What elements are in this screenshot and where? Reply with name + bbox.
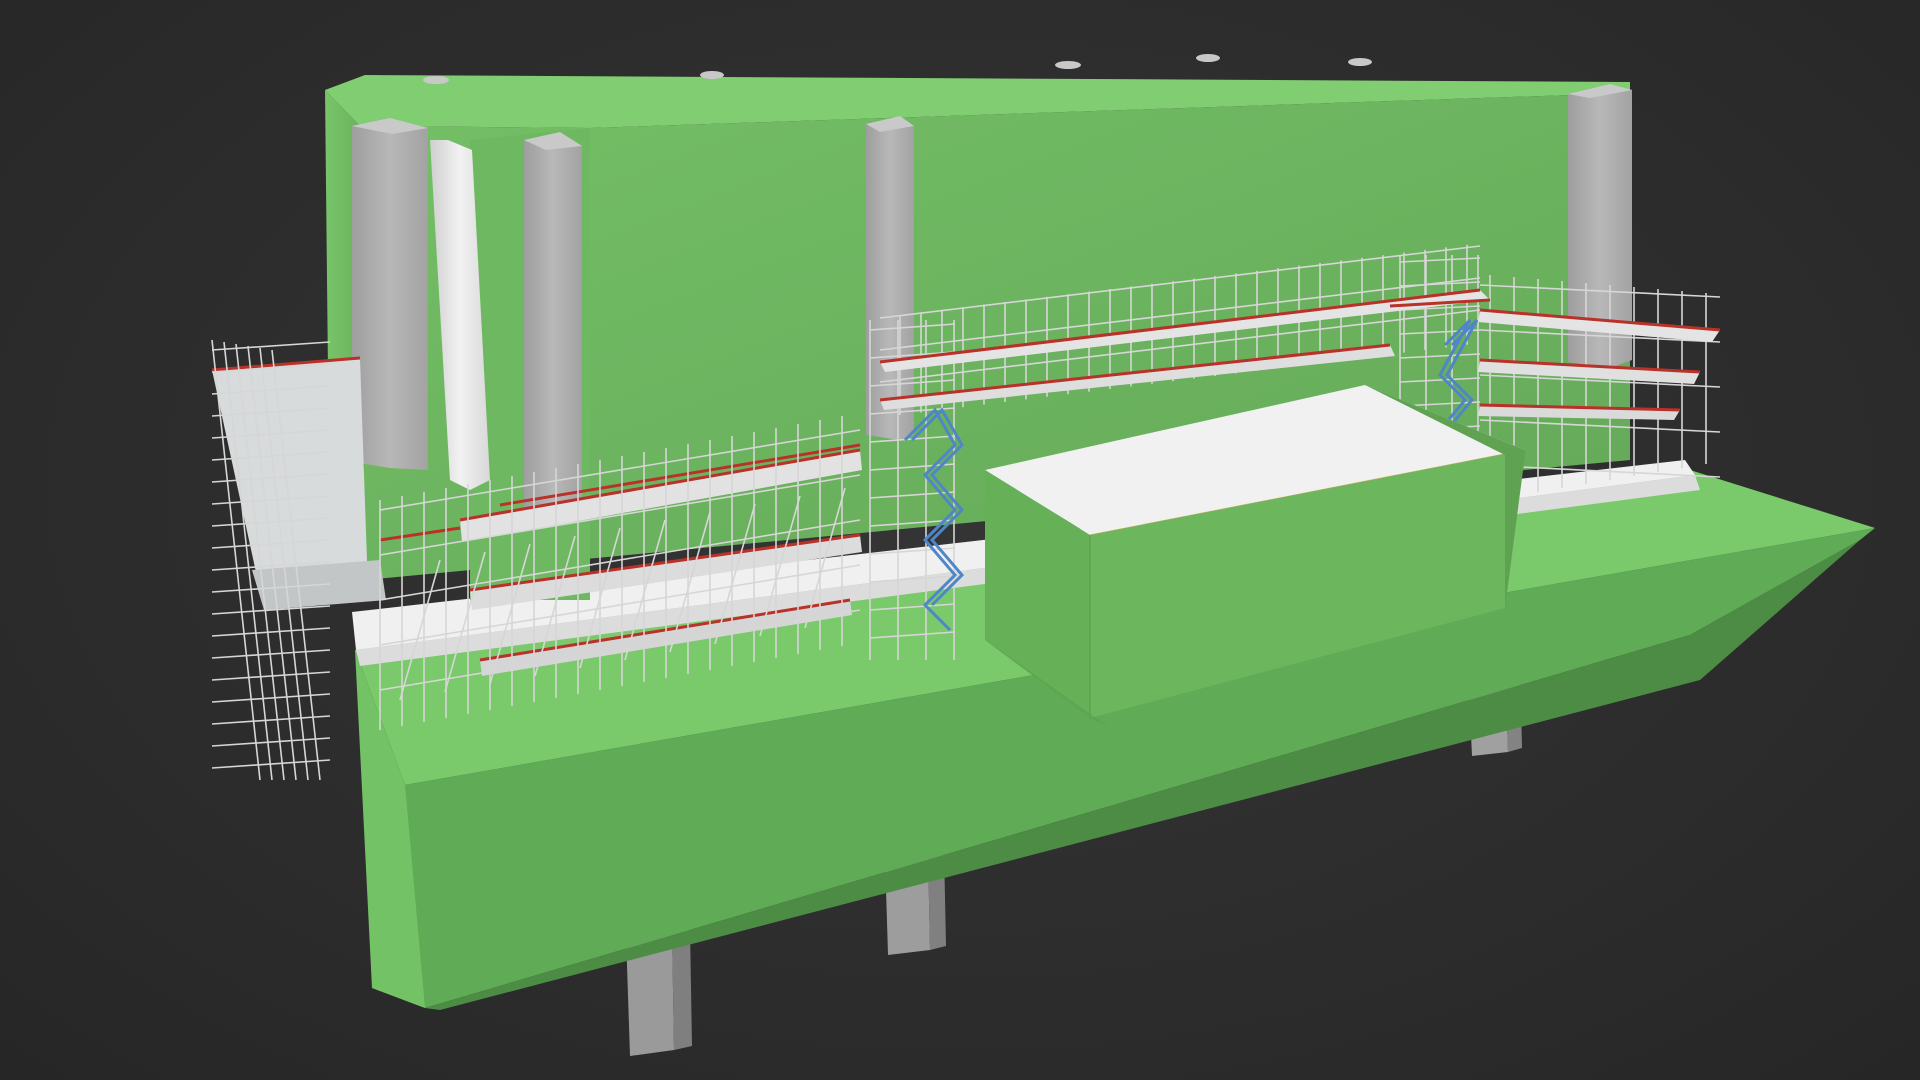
pilaster-3 [866, 118, 914, 440]
3d-viewport[interactable] [0, 0, 1920, 1080]
scaffold-tube [211, 737, 331, 747]
pilaster-1 [352, 120, 428, 470]
scaffold-tube [211, 693, 331, 703]
pilaster-2 [524, 134, 582, 514]
scaffold-tube [211, 671, 331, 681]
scaffold-model-scene[interactable] [0, 0, 1920, 1080]
scaffold-tube [211, 715, 331, 725]
scaffold-tube [211, 627, 331, 637]
scaffold-tube [211, 341, 331, 351]
